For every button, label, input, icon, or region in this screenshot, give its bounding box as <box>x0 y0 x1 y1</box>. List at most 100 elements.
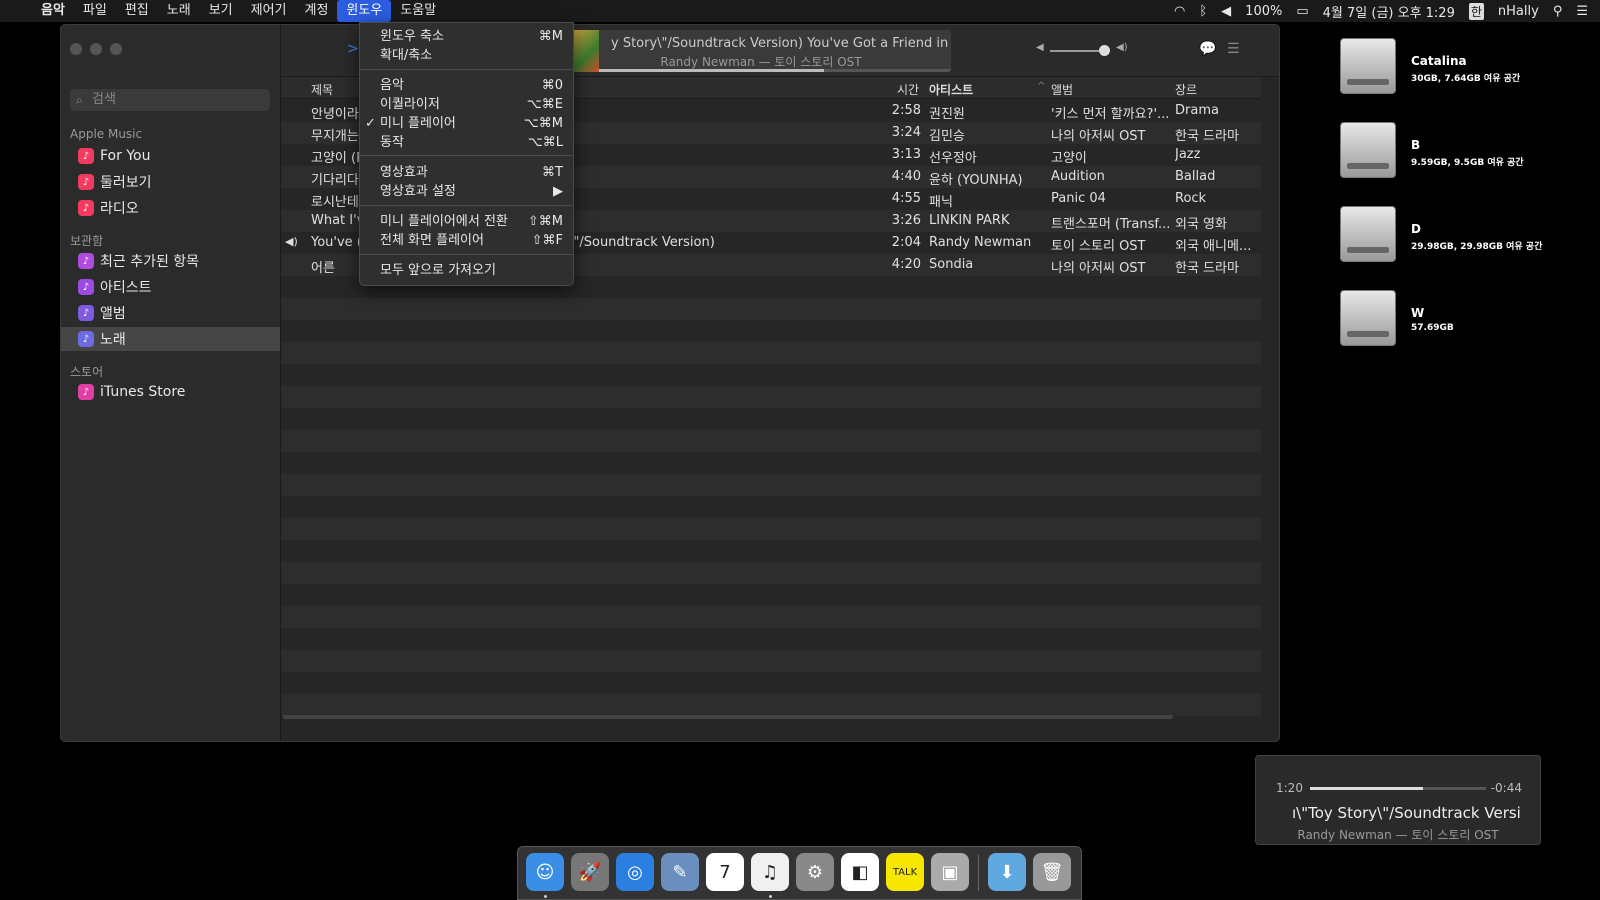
drive-name[interactable]: W <box>1411 306 1424 320</box>
safari-icon[interactable]: ◎ <box>616 853 654 891</box>
now-playing-progress[interactable] <box>599 69 951 72</box>
battery-icon[interactable]: ▭ <box>1296 4 1308 19</box>
empty-row <box>281 584 1261 606</box>
cell-album: 트랜스포머 (Transf... <box>1051 217 1169 232</box>
dock: ☺ 🚀 ◎ ✎ 7 ♫ ⚙ ◧ TALK ▣ ⬇ 🗑 <box>517 846 1082 900</box>
window-menu-item[interactable]: 이퀄라이저 ⌥⌘E <box>360 95 573 114</box>
hard-drive-icon[interactable] <box>1338 286 1398 350</box>
zoom-button[interactable] <box>110 43 122 55</box>
sidebar-section-title: 스토어 <box>70 365 104 379</box>
window-menu-item[interactable]: 영상효과 설정 ▶ <box>360 182 573 201</box>
mini-progress-bar[interactable] <box>1310 787 1486 790</box>
itunes-icon[interactable]: ♫ <box>751 853 789 891</box>
mini-artist-album: Randy Newman — 토이 스토리 OST <box>1297 828 1499 842</box>
notification-center-icon[interactable]: ☰ <box>1576 4 1588 19</box>
finder-icon[interactable]: ☺ <box>526 853 564 891</box>
cell-genre: Rock <box>1175 191 1207 206</box>
forward-icon[interactable]: > <box>347 41 359 57</box>
menu-account[interactable]: 계정 <box>296 0 338 22</box>
volume-icon[interactable]: ◀︎ <box>1221 4 1231 19</box>
system-preferences-icon[interactable]: ⚙ <box>796 853 834 891</box>
downloads-folder-icon[interactable]: ⬇ <box>988 853 1026 891</box>
empty-row <box>281 452 1261 474</box>
window-menu-item[interactable]: 모두 앞으로 가져오기 <box>360 261 573 280</box>
window-menu-item[interactable]: ✓ 미니 플레이어 ⌥⌘M <box>360 114 573 133</box>
volume-knob[interactable] <box>1099 45 1111 56</box>
cell-artist: 선우정아 <box>929 151 977 166</box>
column-genre[interactable]: 장르 <box>1175 81 1197 98</box>
archive-utility-icon[interactable]: ▣ <box>931 853 969 891</box>
window-menu-item-shortcut: ⌥⌘L <box>527 135 563 150</box>
column-title[interactable]: 제목 <box>311 81 333 98</box>
window-menu-item-label: 미니 플레이어에서 전환 <box>380 214 508 229</box>
window-menu-item-label: 영상효과 <box>380 165 428 180</box>
close-button[interactable] <box>70 43 82 55</box>
menu-view[interactable]: 보기 <box>200 0 242 22</box>
window-menu-item[interactable]: 미니 플레이어에서 전환 ⇧⌘M <box>360 212 573 231</box>
launchpad-icon[interactable]: 🚀 <box>571 853 609 891</box>
column-artist[interactable]: 아티스트 <box>929 81 973 98</box>
cell-artist: Sondia <box>929 257 974 272</box>
lyrics-icon[interactable]: 💬 <box>1199 41 1216 57</box>
menu-help[interactable]: 도움말 <box>391 0 445 22</box>
menu-window[interactable]: 윈도우 <box>337 0 392 22</box>
bluetooth-icon[interactable]: ᛒ <box>1199 4 1207 19</box>
input-source[interactable]: 한 <box>1468 2 1484 20</box>
window-menu-item[interactable]: 음악 ⌘0 <box>360 76 573 95</box>
now-playing-display[interactable]: y Story\"/Soundtrack Version) You've Got… <box>571 30 951 72</box>
horizontal-scrollbar[interactable] <box>283 715 1173 719</box>
menu-controls[interactable]: 제어기 <box>242 0 296 22</box>
sidebar-item[interactable]: ♪ 아티스트 <box>61 275 280 299</box>
column-time[interactable]: 시간 <box>897 81 919 98</box>
minimize-button[interactable] <box>90 43 102 55</box>
sidebar-item[interactable]: ♪ 라디오 <box>61 196 280 220</box>
preview-icon[interactable]: ✎ <box>661 853 699 891</box>
menu-separator <box>360 205 573 206</box>
elapsed-time: 1:20 <box>1276 781 1303 795</box>
sidebar-item[interactable]: ♪ 둘러보기 <box>61 170 280 194</box>
hard-drive-icon[interactable] <box>1338 118 1398 182</box>
trash-icon[interactable]: 🗑 <box>1033 853 1071 891</box>
drive-name[interactable]: D <box>1411 222 1421 236</box>
sidebar-item[interactable]: ♪ iTunes Store <box>61 380 280 404</box>
kakaotalk-icon[interactable]: TALK <box>886 853 924 891</box>
window-menu-item[interactable]: 확대/축소 <box>360 46 573 65</box>
sidebar-section-title: 보관함 <box>70 234 104 248</box>
drive-name[interactable]: B <box>1411 138 1420 152</box>
empty-row <box>281 562 1261 584</box>
mini-song-text: \"Toy Story\"/Soundtrack Versi <box>1296 804 1521 822</box>
mini-player[interactable]: 1:20 -0:44 ı\"Toy Story\"/Soundtrack Ver… <box>1255 755 1541 845</box>
window-menu-item[interactable]: 전체 화면 플레이어 ⇧⌘F <box>360 231 573 250</box>
clock[interactable]: 4월 7일 (금) 오후 1:29 <box>1323 2 1455 21</box>
sidebar-item[interactable]: ♪ 앨범 <box>61 301 280 325</box>
up-next-icon[interactable]: ☰ <box>1227 41 1240 57</box>
window-menu-item-shortcut: ▶ <box>553 184 563 199</box>
menu-song[interactable]: 노래 <box>158 0 200 22</box>
window-menu-item[interactable]: 영상효과 ⌘T <box>360 163 573 182</box>
menu-edit[interactable]: 편집 <box>116 0 158 22</box>
hard-drive-icon[interactable] <box>1338 202 1398 266</box>
apple-menu-icon[interactable] <box>0 0 32 22</box>
cell-album: Panic 04 <box>1051 191 1106 206</box>
drive-name[interactable]: Catalina <box>1411 54 1467 68</box>
calendar-icon[interactable]: 7 <box>706 853 744 891</box>
cell-time: 4:55 <box>891 191 921 206</box>
sidebar-item[interactable]: ♪ For You <box>61 144 280 168</box>
sidebar-item[interactable]: ♪ 노래 <box>61 327 280 351</box>
wifi-icon[interactable]: ◠ <box>1174 4 1185 19</box>
window-menu-item[interactable]: 윈도우 축소 ⌘M <box>360 27 573 46</box>
sidebar-item[interactable]: ♪ 최근 추가된 항목 <box>61 249 280 273</box>
window-menu-item[interactable]: 동작 ⌥⌘L <box>360 133 573 152</box>
spotlight-icon[interactable]: ⚲ <box>1553 4 1563 19</box>
line-icon[interactable]: ◧ <box>841 853 879 891</box>
column-album[interactable]: 앨범 <box>1051 81 1073 98</box>
window-menu-item-shortcut: ⌘T <box>542 165 563 180</box>
user-name[interactable]: nHally <box>1498 4 1539 19</box>
window-menu-item-shortcut: ⌘0 <box>541 78 563 93</box>
volume-slider[interactable]: ◀ ◀) <box>1036 42 1136 57</box>
menu-file[interactable]: 파일 <box>74 0 116 22</box>
search-input[interactable]: ⌕ 검색 <box>70 89 270 111</box>
battery-percent[interactable]: 100% <box>1245 4 1282 19</box>
menu-music[interactable]: 음악 <box>32 0 74 22</box>
hard-drive-icon[interactable] <box>1338 34 1398 98</box>
